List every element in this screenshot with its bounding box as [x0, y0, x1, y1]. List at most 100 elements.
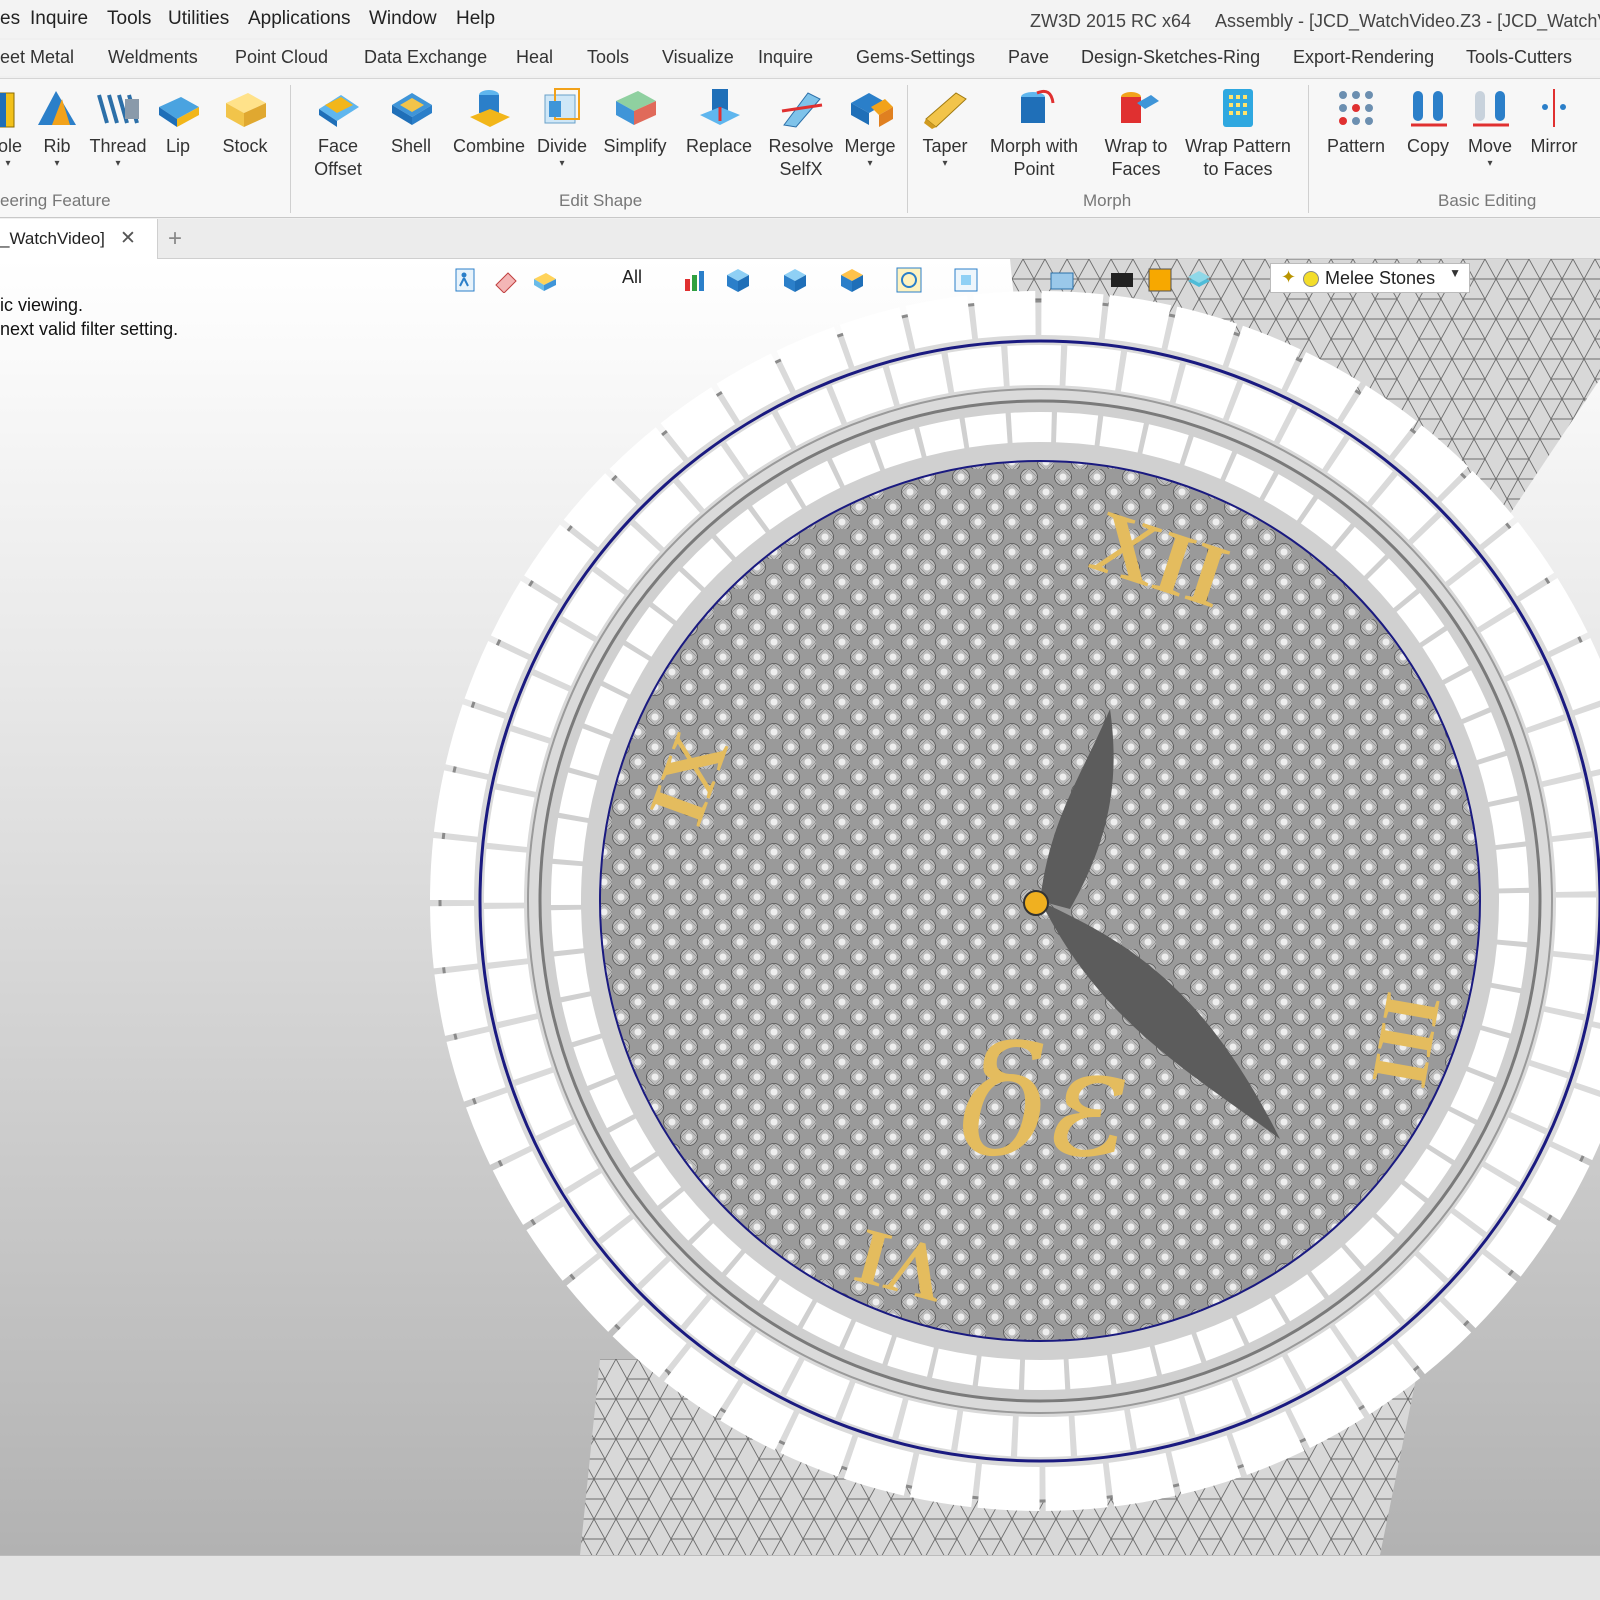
color-swatch-icon[interactable] — [1147, 267, 1173, 293]
hole-button[interactable]: ole ▾ — [0, 85, 22, 170]
face-offset-icon — [319, 95, 359, 127]
copy-button[interactable]: Copy — [1403, 85, 1453, 158]
filter-icon[interactable] — [683, 267, 709, 293]
tab-data-exchange[interactable]: Data Exchange — [364, 47, 487, 68]
layer-name: Melee Stones — [1325, 268, 1436, 288]
ribbon: ole ▾ Rib ▾ Thread ▾ Lip Stock eering Featu… — [0, 78, 1600, 218]
wrap-pattern-button[interactable]: Wrap Pattern to Faces — [1183, 85, 1293, 181]
group-morph: Morph — [1083, 191, 1132, 210]
shell-button[interactable]: Shell — [386, 85, 436, 158]
ribbon-separator — [290, 85, 291, 213]
tab-tools-cutters[interactable]: Tools-Cutters — [1466, 47, 1572, 68]
simplify-icon — [616, 91, 656, 125]
morph-point-icon — [1021, 89, 1055, 123]
pick-filter[interactable]: All — [622, 267, 642, 288]
document-tab[interactable]: _WatchVideo] ✕ — [0, 219, 158, 259]
hand-pivot — [1023, 890, 1049, 916]
document-title: Assembly - [JCD_WatchVideo.Z3 - [JCD_Wat… — [1215, 11, 1600, 31]
group-engineering-feature: eering Feature — [0, 191, 111, 210]
shaded-view-icon[interactable] — [725, 267, 751, 293]
taper-button[interactable]: Taper ▾ — [918, 85, 972, 170]
menu-utilities[interactable]: Utilities — [168, 8, 229, 30]
rib-button[interactable]: Rib ▾ — [34, 85, 80, 170]
tab-weldments[interactable]: Weldments — [108, 47, 198, 68]
face-offset-button[interactable]: Face Offset — [306, 85, 370, 181]
tab-visualize[interactable]: Visualize — [662, 47, 734, 68]
ribbon-tabs: eet Metal Weldments Point Cloud Data Exc… — [0, 40, 1600, 76]
layer-icon[interactable] — [1186, 267, 1212, 293]
combine-button[interactable]: Combine — [451, 85, 527, 158]
tab-design-sketches-ring[interactable]: Design-Sketches-Ring — [1081, 47, 1260, 68]
render-icon[interactable] — [1049, 267, 1075, 293]
mirror-button[interactable]: Mirror — [1526, 85, 1582, 158]
document-tab-label: _WatchVideo] — [0, 229, 105, 248]
app-title: ZW3D 2015 RC x64 — [1030, 11, 1192, 31]
prompt-line-2: next valid filter setting. — [0, 319, 179, 339]
resolve-selfx-button[interactable]: Resolve SelfX — [768, 85, 834, 181]
morph-with-point-button[interactable]: Morph with Point — [986, 85, 1082, 181]
prompt-line-1: ic viewing. — [0, 295, 84, 315]
lip-button[interactable]: Lip — [155, 85, 201, 158]
stock-icon — [226, 93, 266, 127]
thread-button[interactable]: Thread ▾ — [88, 85, 148, 170]
simplify-button[interactable]: Simplify — [600, 85, 670, 158]
watch-model: XII III VI IX δε — [430, 259, 1600, 1555]
menu-help[interactable]: Help — [456, 8, 495, 30]
menu-item[interactable]: es — [0, 8, 20, 30]
rib-icon — [38, 91, 76, 125]
merge-button[interactable]: Merge ▾ — [843, 85, 897, 170]
wrap-faces-icon — [1121, 92, 1159, 123]
graphics-viewport[interactable]: XII III VI IX δε All ✦ Melee Stones ▼ ic… — [0, 259, 1600, 1555]
group-basic-editing: Basic Editing — [1438, 191, 1537, 210]
divide-icon — [544, 88, 580, 124]
document-tabs: _WatchVideo] ✕ + — [0, 219, 1600, 259]
resolve-selfx-icon — [781, 92, 823, 128]
new-tab-icon[interactable]: + — [168, 225, 182, 253]
display-icon[interactable] — [839, 267, 865, 293]
eraser-icon[interactable] — [493, 267, 519, 293]
brand-monogram: δε — [960, 1016, 1131, 1190]
pattern-icon — [1339, 91, 1373, 125]
layer-color-dot — [1303, 271, 1319, 287]
mirror-icon — [1542, 89, 1566, 127]
status-bar — [0, 1555, 1600, 1600]
menu-inquire[interactable]: Inquire — [30, 8, 88, 30]
menu-window[interactable]: Window — [369, 8, 437, 30]
stock-button[interactable]: Stock — [220, 85, 270, 158]
ribbon-separator — [1308, 85, 1309, 213]
tab-inquire[interactable]: Inquire — [758, 47, 813, 68]
replace-button[interactable]: Replace — [686, 85, 752, 158]
numeral-iii: III — [1354, 986, 1457, 1093]
part-icon[interactable] — [532, 267, 558, 293]
chevron-down-icon: ▼ — [1449, 266, 1461, 280]
replace-icon — [700, 89, 740, 125]
layer-dropdown[interactable]: ✦ Melee Stones ▼ — [1270, 263, 1470, 293]
pattern-button[interactable]: Pattern — [1325, 85, 1387, 158]
lip-icon — [159, 97, 199, 127]
view-icon[interactable] — [782, 267, 808, 293]
zoom-icon[interactable] — [896, 267, 922, 293]
divide-button[interactable]: Divide ▾ — [536, 85, 588, 170]
tab-sheet-metal[interactable]: eet Metal — [0, 47, 74, 68]
tab-pave[interactable]: Pave — [1008, 47, 1049, 68]
taper-icon — [924, 92, 967, 129]
tab-heal[interactable]: Heal — [516, 47, 553, 68]
combine-icon — [470, 90, 510, 127]
menu-bar: es Inquire Tools Utilities Applications … — [0, 0, 1600, 38]
tab-gems-settings[interactable]: Gems-Settings — [856, 47, 975, 68]
exit-icon[interactable] — [452, 267, 478, 293]
move-button[interactable]: Move ▾ — [1466, 85, 1514, 170]
menu-tools[interactable]: Tools — [107, 8, 151, 30]
tab-tools[interactable]: Tools — [587, 47, 629, 68]
move-icon — [1473, 91, 1509, 127]
tab-export-rendering[interactable]: Export-Rendering — [1293, 47, 1434, 68]
menu-applications[interactable]: Applications — [248, 8, 350, 30]
tab-point-cloud[interactable]: Point Cloud — [235, 47, 328, 68]
wrap-to-faces-button[interactable]: Wrap to Faces — [1100, 85, 1172, 181]
copy-icon — [1411, 91, 1447, 127]
close-icon[interactable]: ✕ — [120, 227, 136, 250]
fit-icon[interactable] — [953, 267, 979, 293]
layer-color-icon[interactable] — [1109, 267, 1135, 293]
ribbon-separator — [907, 85, 908, 213]
merge-icon — [851, 93, 893, 127]
